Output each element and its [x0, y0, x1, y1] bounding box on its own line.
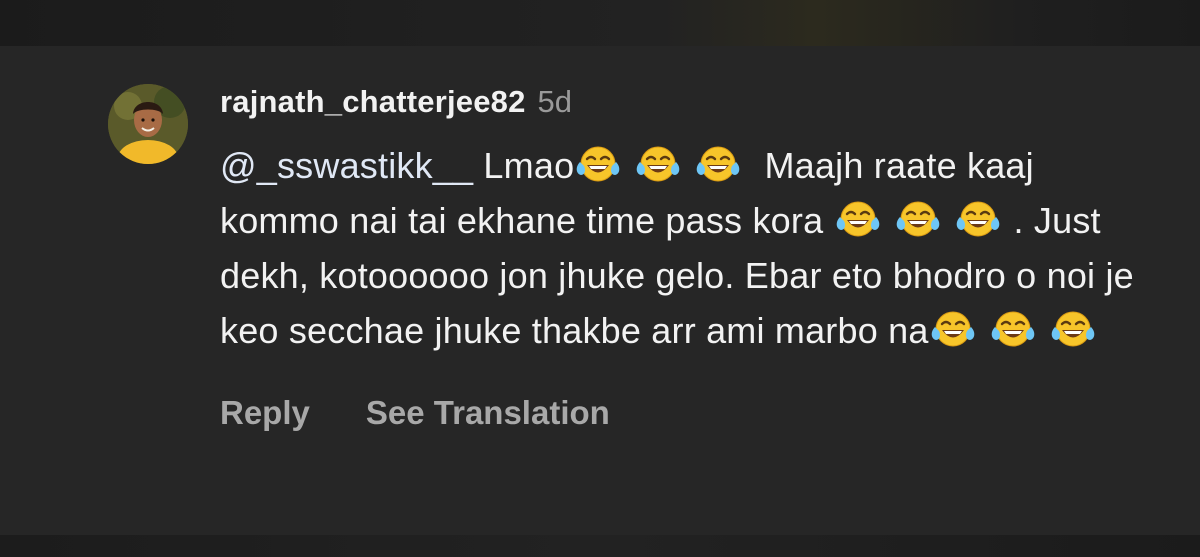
username[interactable]: rajnath_chatterjee82 [220, 84, 526, 120]
face-with-tears-of-joy-icon [574, 144, 622, 184]
see-translation-button[interactable]: See Translation [366, 394, 610, 432]
face-with-tears-of-joy-icon [954, 199, 1002, 239]
avatar-photo-icon [108, 84, 188, 164]
comment-header: rajnath_chatterjee82 5d [220, 84, 1140, 128]
avatar[interactable] [108, 84, 188, 164]
comment-screen: rajnath_chatterjee82 5d @_sswastikk__ Lm… [0, 0, 1200, 557]
face-with-tears-of-joy-icon [894, 199, 942, 239]
comment-text-part-1: Lmao [473, 145, 575, 186]
face-with-tears-of-joy-icon [989, 309, 1037, 349]
top-background-strip [0, 0, 1200, 46]
timestamp: 5d [537, 84, 573, 119]
comment-body: rajnath_chatterjee82 5d @_sswastikk__ Lm… [220, 84, 1140, 432]
face-with-tears-of-joy-icon [694, 144, 742, 184]
comment-actions: Reply See Translation [220, 394, 1140, 432]
bottom-background-strip [0, 535, 1200, 557]
mention-link[interactable]: @_sswastikk__ [220, 145, 473, 186]
comment-text: @_sswastikk__ Lmao Maajh raate kaaj komm… [220, 138, 1140, 358]
face-with-tears-of-joy-icon [834, 199, 882, 239]
face-with-tears-of-joy-icon [634, 144, 682, 184]
face-with-tears-of-joy-icon [929, 309, 977, 349]
face-with-tears-of-joy-icon [1049, 309, 1097, 349]
reply-button[interactable]: Reply [220, 394, 310, 432]
